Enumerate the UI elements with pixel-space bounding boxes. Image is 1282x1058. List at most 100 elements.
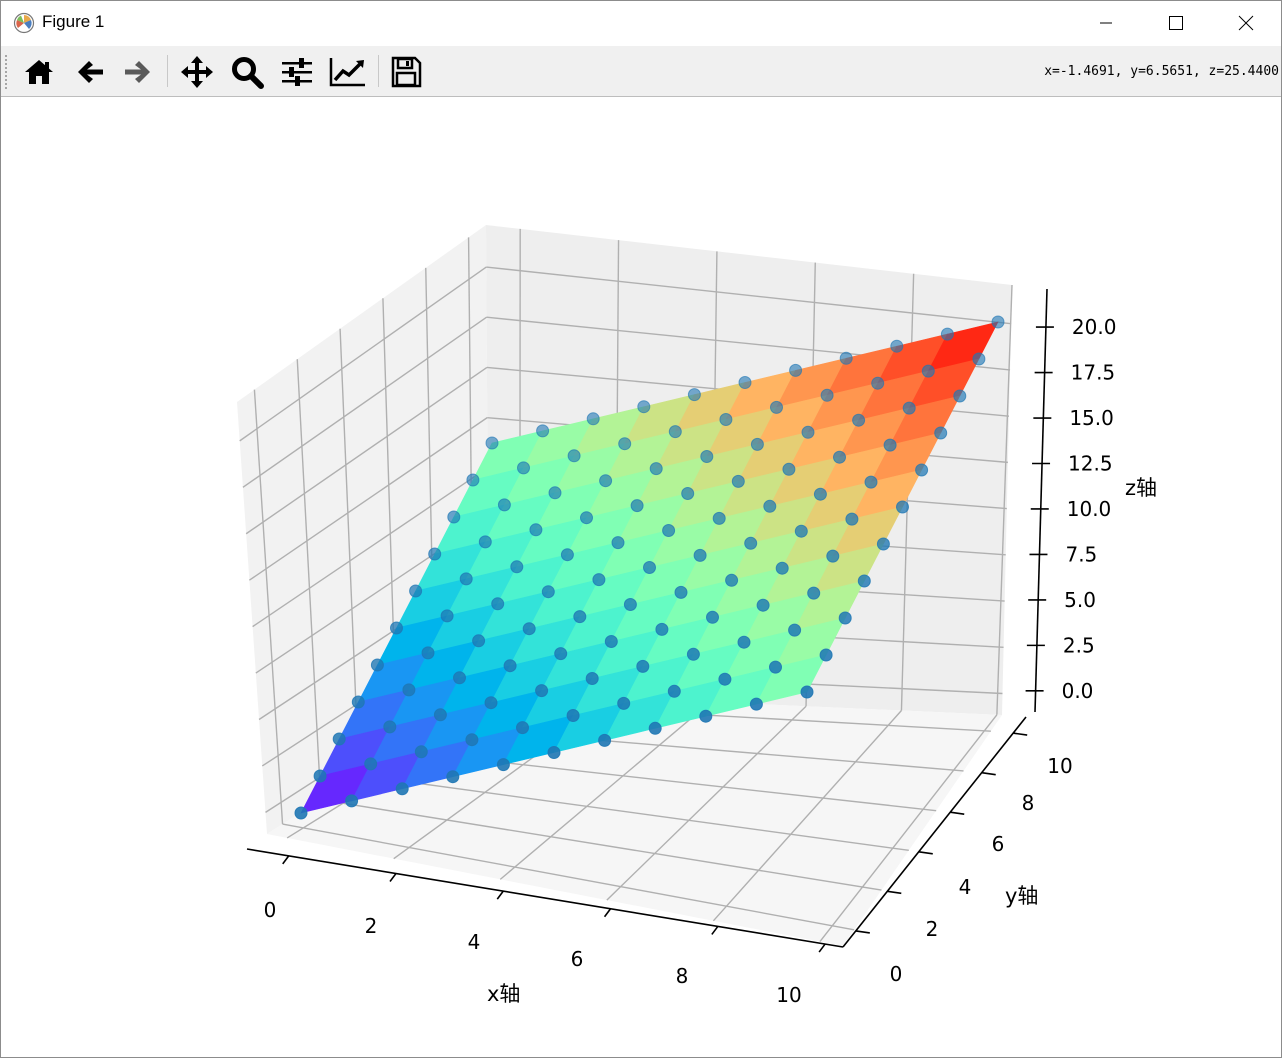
scatter-point (718, 672, 732, 686)
tick-label: 10 (776, 983, 801, 1007)
scatter-point (662, 524, 676, 537)
x-tick (818, 943, 826, 953)
scatter-point (313, 769, 327, 783)
scatter-point (496, 758, 510, 772)
x-tick (282, 855, 290, 865)
scatter-point (782, 462, 796, 476)
scatter-point (623, 598, 637, 611)
x-tick (711, 925, 719, 935)
scatter-point (428, 547, 442, 561)
scatter-point (789, 363, 803, 377)
x-tick (603, 908, 612, 918)
scatter-point (598, 733, 612, 747)
minimize-icon (1100, 22, 1112, 24)
y-tick (855, 930, 870, 934)
scatter-point (794, 524, 808, 538)
scatter-point (902, 401, 916, 415)
scatter-point (819, 648, 833, 662)
scatter-point (896, 500, 909, 514)
scatter-point (421, 646, 435, 660)
scatter-point (876, 537, 890, 551)
scatter-point (446, 770, 460, 784)
scatter-point (686, 647, 700, 661)
scatter-point (648, 721, 662, 735)
home-button[interactable] (20, 54, 58, 90)
z-axis-label: z轴 (1125, 476, 1157, 500)
maximize-icon (1169, 16, 1183, 30)
toolbar-grip[interactable] (4, 54, 8, 90)
zoom-button[interactable] (228, 54, 266, 90)
scatter-point (915, 463, 929, 477)
scatter-point (731, 474, 745, 488)
tick-label: 5.0 (1064, 588, 1096, 612)
scatter-point (433, 708, 447, 722)
scatter-point (749, 697, 763, 711)
scatter-point (491, 597, 505, 611)
scatter-point (687, 388, 701, 402)
scatter-point (364, 757, 378, 771)
home-icon (25, 60, 53, 84)
tick-label: 2.5 (1063, 633, 1095, 657)
scatter-point (554, 647, 568, 661)
scatter-point (332, 732, 346, 746)
scatter-point (649, 462, 663, 476)
scatter-point (738, 376, 752, 389)
toolbar-separator (167, 55, 168, 87)
maximize-button[interactable] (1141, 1, 1211, 45)
scatter-point (655, 622, 669, 636)
tick-label: 15.0 (1069, 406, 1114, 430)
configure-subplots-button[interactable] (278, 54, 316, 90)
scatter-point (756, 598, 770, 612)
scatter-point (370, 658, 384, 672)
z-axis-line (1034, 288, 1048, 713)
tick-label: 10.0 (1067, 497, 1112, 521)
scatter-point (763, 499, 777, 513)
save-button[interactable] (387, 54, 425, 90)
scatter-point (972, 352, 986, 366)
tick-label: 6 (992, 832, 1005, 856)
scatter-point (744, 536, 758, 550)
scatter-point (548, 486, 562, 500)
scatter-point (801, 425, 815, 439)
x-tick (389, 873, 397, 882)
pan-button[interactable] (178, 54, 216, 90)
scatter-point (484, 696, 498, 710)
scatter-point (414, 745, 428, 759)
scatter-point (517, 461, 530, 475)
scatter-point (883, 438, 897, 452)
scatter-point (800, 685, 814, 699)
tick-label: 17.5 (1071, 361, 1116, 385)
forward-button[interactable] (119, 54, 157, 90)
scatter-point (447, 510, 461, 524)
minimize-button[interactable] (1071, 1, 1141, 45)
scatter-point (566, 709, 580, 722)
scatter-point (699, 709, 713, 723)
x-axis-label: x轴 (487, 982, 520, 1006)
arrow-right-icon (125, 61, 150, 83)
scatter-point (864, 475, 878, 489)
scatter-point (510, 560, 524, 574)
scatter-point (573, 610, 587, 624)
scatter-point (940, 327, 954, 341)
tick-label: 8 (676, 964, 689, 988)
chart-line-icon (329, 58, 365, 87)
scatter-point (567, 449, 581, 463)
close-button[interactable] (1211, 1, 1281, 45)
scatter-point (466, 473, 480, 487)
scatter-point (580, 511, 593, 525)
scatter-point (617, 696, 631, 710)
arrow-left-icon (78, 61, 103, 83)
tick-label: 20.0 (1072, 315, 1117, 339)
scatter-point (712, 511, 726, 525)
cursor-coordinates: x=-1.4691, y=6.5651, z=25.4400 (1044, 64, 1279, 79)
back-button[interactable] (71, 54, 109, 90)
edit-axes-button[interactable] (329, 54, 367, 90)
scatter-point (845, 512, 859, 526)
scatter-point (820, 388, 834, 402)
title-bar[interactable]: Figure 1 (1, 1, 1281, 45)
scatter-point (674, 585, 688, 599)
scatter-point (700, 450, 714, 463)
plot-canvas[interactable]: 024681002468100.02.55.07.510.012.515.017… (1, 97, 1281, 1057)
scatter-point (294, 806, 308, 820)
scatter-point (953, 389, 967, 403)
